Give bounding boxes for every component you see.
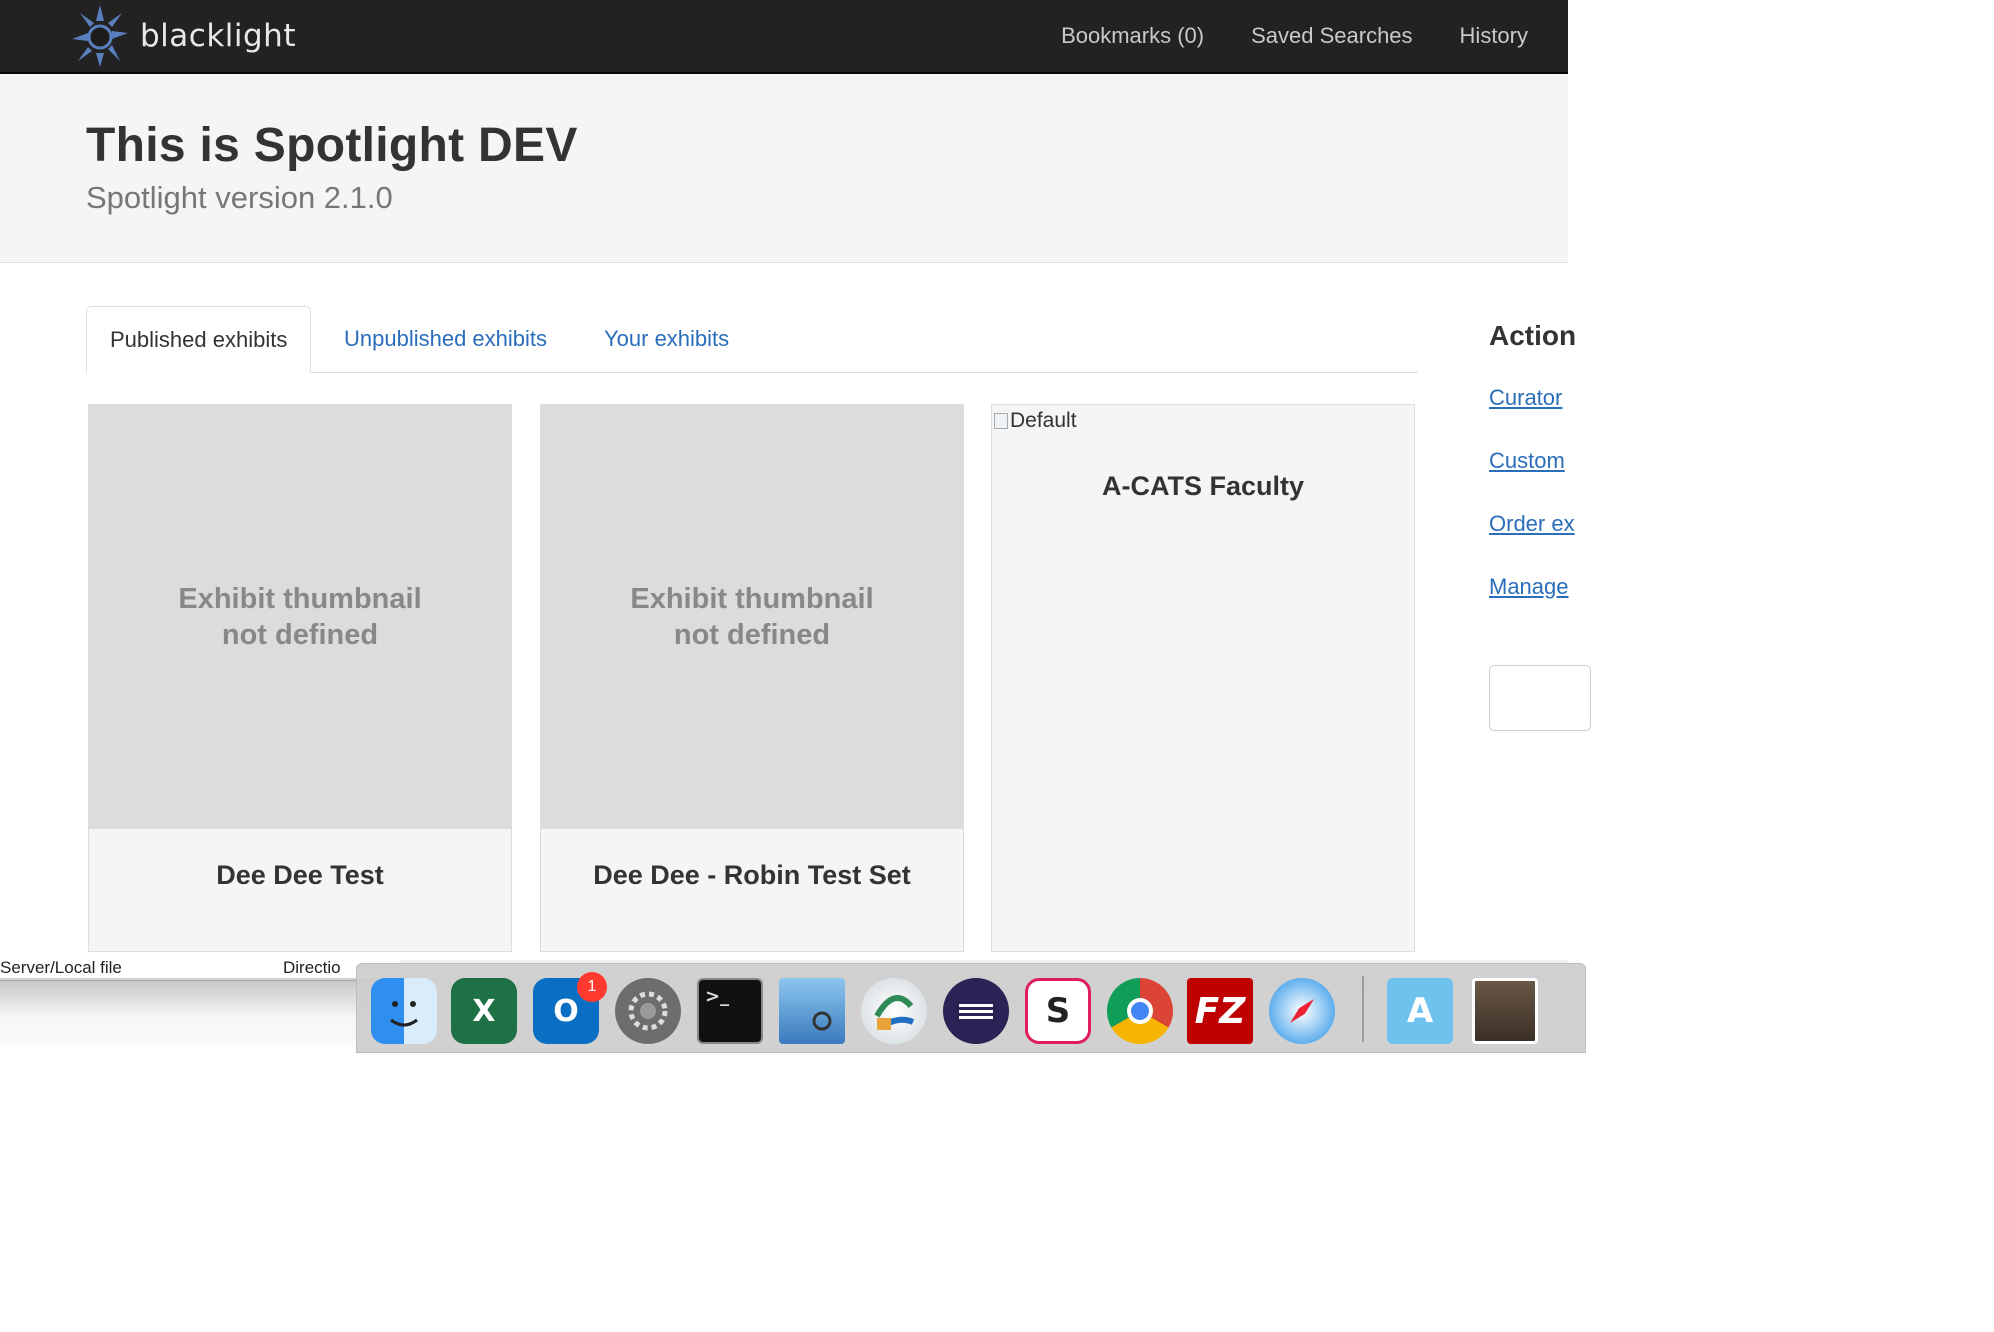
tab-unpublished-exhibits[interactable]: Unpublished exhibits — [344, 306, 547, 372]
brand-name: blacklight — [140, 18, 296, 54]
exhibit-thumbnail-placeholder: Exhibit thumbnail not defined — [541, 405, 963, 829]
dock-separator — [1362, 976, 1364, 1042]
exhibit-title[interactable]: A-CATS Faculty — [992, 471, 1414, 502]
chrome-icon[interactable] — [1107, 978, 1173, 1044]
broken-image-icon — [994, 413, 1008, 429]
photo-stack-icon[interactable] — [1472, 978, 1538, 1044]
column-direction[interactable]: Directio — [283, 958, 341, 978]
action-curator-link[interactable]: Curator — [1489, 385, 1562, 411]
masthead: This is Spotlight DEV Spotlight version … — [0, 74, 1568, 263]
dock: X O 1 >_ S FZ A — [356, 963, 1586, 1053]
filezilla-icon[interactable]: FZ — [1187, 978, 1253, 1044]
broken-image: Default — [994, 409, 1077, 433]
exhibit-thumbnail-placeholder: Exhibit thumbnail not defined — [89, 405, 511, 829]
nav-links: Bookmarks (0) Saved Searches History — [1014, 0, 1528, 72]
exhibit-title[interactable]: Dee Dee Test — [89, 860, 511, 891]
eclipse-icon[interactable] — [943, 978, 1009, 1044]
action-custom-link[interactable]: Custom — [1489, 448, 1565, 474]
sidebar-button-box[interactable] — [1489, 665, 1591, 731]
image-alt-text: Default — [1010, 409, 1077, 432]
applications-folder-icon[interactable]: A — [1387, 978, 1453, 1044]
action-order-exhibits-link[interactable]: Order ex — [1489, 511, 1575, 537]
notification-badge: 1 — [577, 972, 607, 1002]
excel-icon[interactable]: X — [451, 978, 517, 1044]
thumbnail-placeholder-line2: not defined — [673, 619, 831, 651]
window-shadow — [0, 978, 400, 1018]
page-subtitle: Spotlight version 2.1.0 — [86, 180, 393, 215]
safari-icon[interactable] — [1269, 978, 1335, 1044]
blacklight-logo-icon — [72, 5, 128, 67]
tab-your-exhibits[interactable]: Your exhibits — [604, 306, 729, 372]
exhibit-card[interactable]: Default A-CATS Faculty — [991, 404, 1415, 952]
thumbnail-placeholder-line1: Exhibit thumbnail — [630, 583, 874, 615]
nav-history-link[interactable]: History — [1460, 23, 1528, 49]
exhibit-title[interactable]: Dee Dee - Robin Test Set — [541, 860, 963, 891]
vpn-client-icon[interactable] — [861, 978, 927, 1044]
outlook-icon[interactable]: O 1 — [533, 972, 607, 1044]
preview-icon[interactable] — [779, 978, 845, 1044]
page-title: This is Spotlight DEV — [86, 119, 578, 172]
exhibit-card[interactable]: Exhibit thumbnail not defined Dee Dee - … — [540, 404, 964, 952]
brand-logo-link[interactable]: blacklight — [70, 0, 296, 72]
system-preferences-icon[interactable] — [615, 978, 681, 1044]
action-manage-link[interactable]: Manage — [1489, 574, 1569, 600]
slack-icon[interactable]: S — [1025, 978, 1091, 1044]
exhibit-tabs: Published exhibits Unpublished exhibits … — [86, 306, 1418, 373]
thumbnail-placeholder-line2: not defined — [221, 619, 379, 651]
navbar: blacklight Bookmarks (0) Saved Searches … — [0, 0, 1568, 74]
column-server-local-file[interactable]: Server/Local file — [0, 958, 122, 978]
actions-heading: Action — [1489, 320, 1577, 351]
thumbnail-placeholder-line1: Exhibit thumbnail — [178, 583, 422, 615]
tab-published-exhibits[interactable]: Published exhibits — [86, 306, 312, 373]
nav-bookmarks-link[interactable]: Bookmarks (0) — [1061, 23, 1204, 49]
exhibit-card[interactable]: Exhibit thumbnail not defined Dee Dee Te… — [88, 404, 512, 952]
terminal-icon[interactable]: >_ — [697, 978, 763, 1044]
nav-saved-searches-link[interactable]: Saved Searches — [1251, 23, 1412, 49]
finder-icon[interactable] — [371, 978, 437, 1044]
